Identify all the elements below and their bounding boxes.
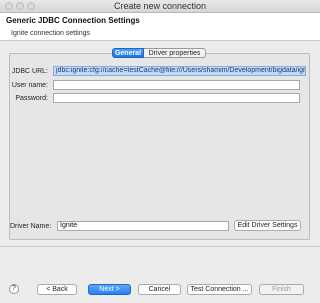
- settings-tab-bar: General Driver properties: [112, 48, 206, 58]
- footer-separator: [0, 246, 320, 247]
- finish-button[interactable]: Finish: [259, 284, 304, 295]
- password-input[interactable]: [53, 93, 300, 103]
- edit-driver-settings-button[interactable]: Edit Driver Settings: [234, 220, 301, 231]
- test-connection-button[interactable]: Test Connection ...: [187, 284, 252, 295]
- window-titlebar: Create new connection: [0, 0, 320, 13]
- back-button[interactable]: < Back: [37, 284, 77, 295]
- tab-driver-properties[interactable]: Driver properties: [144, 48, 206, 58]
- username-label: User name:: [11, 82, 48, 89]
- jdbc-url-input[interactable]: jdbc:ignite:cfg://cache=testCache@file:/…: [53, 66, 306, 76]
- dialog-title: Generic JDBC Connection Settings: [6, 16, 140, 25]
- tab-general[interactable]: General: [112, 48, 144, 58]
- next-button[interactable]: Next >: [88, 284, 131, 295]
- username-input[interactable]: [53, 80, 300, 90]
- dialog-subtitle: Ignite connection settings: [11, 30, 90, 37]
- dialog-header: Generic JDBC Connection Settings Ignite …: [0, 13, 320, 41]
- driver-name-field: Ignite: [57, 221, 229, 231]
- window-title: Create new connection: [113, 1, 207, 11]
- cancel-button[interactable]: Cancel: [138, 284, 181, 295]
- help-icon[interactable]: ?: [9, 284, 19, 294]
- password-label: Password:: [15, 95, 48, 102]
- driver-name-label: Driver Name:: [10, 223, 52, 230]
- jdbc-url-label: JDBC URL:: [11, 68, 48, 75]
